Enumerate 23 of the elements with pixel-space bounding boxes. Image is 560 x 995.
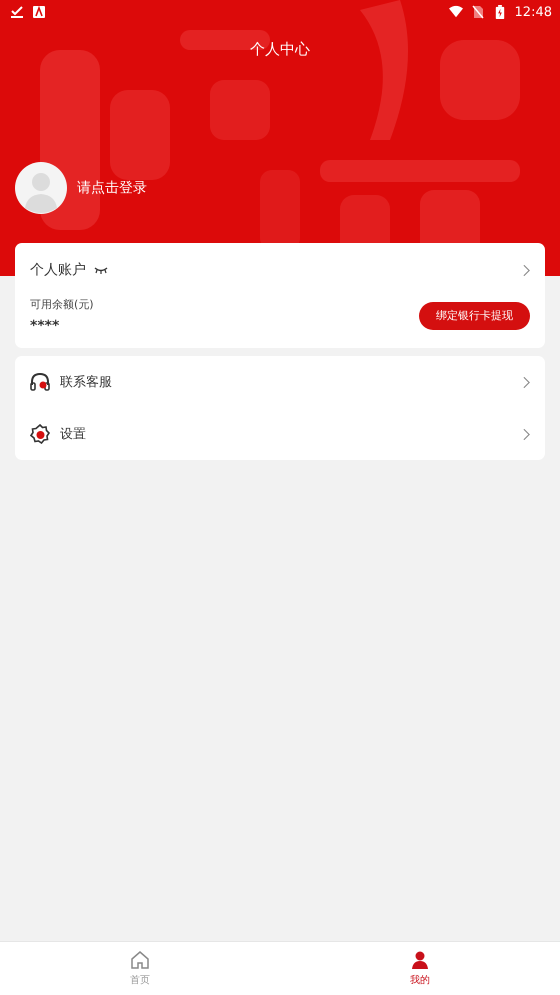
status-time: 12:48 [514, 4, 552, 20]
menu-item[interactable]: 联系客服 [30, 356, 530, 408]
chevron-icon [523, 264, 530, 276]
wifi-icon [448, 5, 463, 19]
withdraw-button[interactable]: 绑定银行卡提现 [419, 302, 530, 330]
login-link[interactable]: 请点击登录 [77, 179, 147, 197]
chevron-icon [523, 376, 530, 388]
person-icon [410, 950, 430, 970]
closed-eye-icon[interactable] [94, 266, 108, 274]
avatar-icon[interactable] [15, 162, 67, 214]
tab[interactable]: 我的 [280, 942, 560, 995]
no-sim-icon [470, 5, 485, 19]
headset-icon [30, 372, 50, 392]
menu-item[interactable]: 设置 [30, 408, 530, 460]
app-icon [32, 5, 46, 19]
account-title[interactable]: 个人账户 [30, 261, 86, 279]
home-icon [130, 950, 150, 970]
balance-value: **** [30, 318, 60, 334]
balance-label: 可用余额(元) [30, 297, 94, 312]
gear-icon [30, 424, 50, 444]
check-icon [10, 5, 24, 19]
page-title: 个人中心 [249, 39, 311, 59]
chevron-icon [523, 428, 530, 440]
